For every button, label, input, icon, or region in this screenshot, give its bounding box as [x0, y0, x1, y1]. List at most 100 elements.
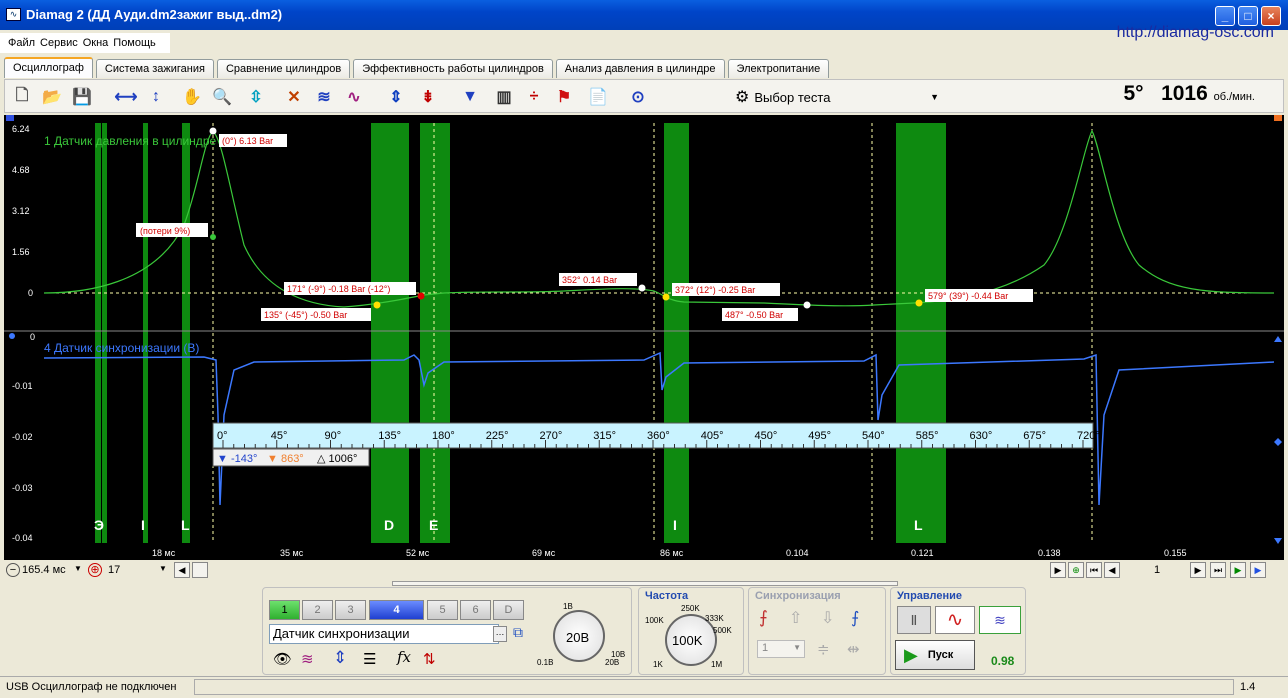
menu-service[interactable]: Сервис — [40, 37, 78, 49]
marker-dot[interactable] — [209, 127, 217, 135]
window-title: Diamag 2 (ДД Ауди.dm2зажиг выд..dm2) — [26, 7, 283, 22]
tab-oscilloscope[interactable]: Осциллограф — [4, 57, 93, 78]
eye-icon[interactable]: 👁 — [273, 650, 292, 668]
menu-windows[interactable]: Окна — [83, 37, 109, 49]
sync-channel-select[interactable]: 1 ▼ — [757, 640, 805, 658]
split-icon[interactable]: ÷ — [521, 84, 547, 110]
marker-dot[interactable] — [803, 301, 811, 309]
sync-cursor-icon[interactable]: ⨍ — [851, 608, 859, 628]
minimize-button[interactable]: _ — [1215, 6, 1235, 26]
zoom-horizontal-icon[interactable]: ⟷ — [113, 84, 139, 110]
tab-power-supply[interactable]: Электропитание — [727, 59, 830, 78]
last-page-button[interactable]: ⏭ — [1210, 562, 1226, 578]
marker-dot[interactable] — [373, 301, 381, 309]
sensor-select[interactable]: Датчик синхронизации — [269, 624, 499, 644]
ch4-level-handle[interactable] — [1274, 438, 1282, 446]
function-icon[interactable]: fx — [397, 648, 411, 666]
ch4-scroll-down[interactable] — [1274, 538, 1282, 544]
chevron-down-icon: ▼ — [793, 643, 801, 652]
sync-rise-icon[interactable]: ⨍ — [759, 608, 768, 628]
zone-letter: E — [429, 517, 438, 533]
zero-level-icon[interactable]: ⇟ — [415, 84, 441, 110]
scroll-right-button[interactable]: ▶ — [1050, 562, 1066, 578]
right-limit-marker[interactable] — [1274, 115, 1282, 121]
test-select[interactable]: ⚙ Выбор теста ▼ — [735, 85, 939, 109]
auto-scale-icon[interactable]: ⇕ — [383, 84, 409, 110]
multi-wave-button[interactable]: ≋ — [979, 606, 1021, 634]
marker-label: 579° (39°) -0.44 Bar — [928, 291, 1008, 301]
save-icon[interactable]: 💾 — [69, 84, 95, 110]
frames-icon[interactable]: ⊕ — [88, 563, 102, 577]
marker-dot[interactable] — [210, 234, 216, 240]
marker-dot[interactable] — [417, 292, 425, 300]
menu-file[interactable]: Файл — [8, 37, 35, 49]
next-page-button[interactable]: ▶ — [1190, 562, 1206, 578]
channel-button-5[interactable]: 5 — [427, 600, 458, 620]
marker-label: 372° (12°) -0.25 Bar — [675, 285, 755, 295]
auto-test-icon[interactable]: ⊙ — [625, 84, 651, 110]
tab-cylinder-compare[interactable]: Сравнение цилиндров — [216, 59, 351, 78]
marker-dot[interactable] — [638, 284, 646, 292]
chevron-down-icon[interactable]: ▼ — [74, 564, 82, 573]
first-page-button[interactable]: ⏮ — [1086, 562, 1102, 578]
play-button[interactable]: ▶ — [1230, 562, 1246, 578]
single-wave-button[interactable]: ∿ — [935, 606, 975, 634]
panel-splitter[interactable] — [392, 581, 898, 586]
sync-panel: Синхронизация ⨍ ⇧ ⇩ ⨍ 1 ▼ ≑ ⇹ — [748, 587, 886, 675]
prev-page-button[interactable]: ◀ — [1104, 562, 1120, 578]
scroll-left-button[interactable]: ◀ — [174, 562, 190, 578]
tab-pressure-analysis[interactable]: Анализ давления в цилиндре — [555, 59, 725, 78]
marker-dot[interactable] — [662, 293, 670, 301]
sync-level-icon[interactable]: ≑ — [817, 640, 830, 658]
tab-cylinder-efficiency[interactable]: Эффективность работы цилиндров — [353, 59, 553, 78]
ch4-scroll-up[interactable] — [1274, 336, 1282, 342]
site-url[interactable]: http://diamag-osc.com — [1117, 24, 1274, 42]
pause-button[interactable]: Ⅱ — [897, 606, 931, 634]
channel-button-digital[interactable]: D — [493, 600, 524, 620]
tab-ignition[interactable]: Система зажигания — [95, 59, 214, 78]
channel-button-6[interactable]: 6 — [460, 600, 491, 620]
fit-vertical-icon[interactable]: ⇳ — [243, 84, 269, 110]
invert-signal-icon[interactable]: ✕ — [281, 84, 307, 110]
overlay-signals-icon[interactable]: ≋ — [311, 84, 337, 110]
magnifier-icon[interactable]: 🔍 — [209, 84, 235, 110]
invert-icon[interactable]: ⇅ — [423, 650, 436, 668]
menu-help[interactable]: Помощь — [113, 37, 156, 49]
close-button[interactable]: × — [1261, 6, 1281, 26]
sync-up-icon[interactable]: ⇧ — [789, 608, 802, 628]
add-page-icon[interactable]: ⊕ — [1068, 562, 1084, 578]
sync-down-icon[interactable]: ⇩ — [821, 608, 834, 628]
oscilloscope-plot[interactable]: 6.24 4.68 3.12 1.56 0 0 -0.01 -0.02 -0.0… — [4, 115, 1284, 546]
frames-select[interactable]: 17 — [108, 564, 120, 576]
lines-icon[interactable]: ☰ — [363, 650, 376, 668]
add-marker-icon[interactable]: ⚑ — [551, 84, 577, 110]
start-button[interactable]: ▶ Пуск — [895, 640, 975, 670]
timebase-select[interactable]: 165.4 мс — [22, 564, 66, 576]
channel-button-4[interactable]: 4 — [369, 600, 424, 620]
filter-wave-icon[interactable]: ≋ — [301, 650, 314, 668]
sensor-settings-icon[interactable]: ⧉ — [513, 624, 523, 641]
forward-button[interactable]: ▶ — [1250, 562, 1266, 578]
multi-wave-icon[interactable]: ∿ — [341, 84, 367, 110]
zoom-out-icon[interactable]: − — [6, 563, 20, 577]
ch4-offset-handle[interactable] — [9, 333, 15, 339]
chevron-down-icon[interactable]: ▼ — [159, 564, 167, 573]
left-limit-marker[interactable] — [6, 115, 14, 121]
sync-arrows-icon[interactable]: ⇹ — [847, 640, 860, 658]
sensor-browse-button[interactable]: … — [493, 626, 507, 642]
new-file-icon[interactable]: 🗋 — [9, 84, 35, 110]
maximize-button[interactable]: □ — [1238, 6, 1258, 26]
channel-button-2[interactable]: 2 — [302, 600, 333, 620]
scroll-thumb[interactable] — [192, 562, 208, 578]
channel-button-1[interactable]: 1 — [269, 600, 300, 620]
ch4-y-axis: 0 -0.01 -0.02 -0.03 -0.04 — [12, 332, 35, 543]
zoom-vertical-icon[interactable]: ↕ — [143, 84, 169, 110]
hand-pan-icon[interactable]: ✋ — [179, 84, 205, 110]
channel-button-3[interactable]: 3 — [335, 600, 366, 620]
cursor-filter-icon[interactable]: ▼ — [457, 84, 483, 110]
vertical-shift-icon[interactable]: ⇕ — [333, 648, 347, 668]
marker-dot[interactable] — [915, 299, 923, 307]
table-icon[interactable]: ▥ — [491, 84, 517, 110]
document-icon[interactable]: 📄 — [585, 84, 611, 110]
open-folder-icon[interactable]: 📂 — [39, 84, 65, 110]
